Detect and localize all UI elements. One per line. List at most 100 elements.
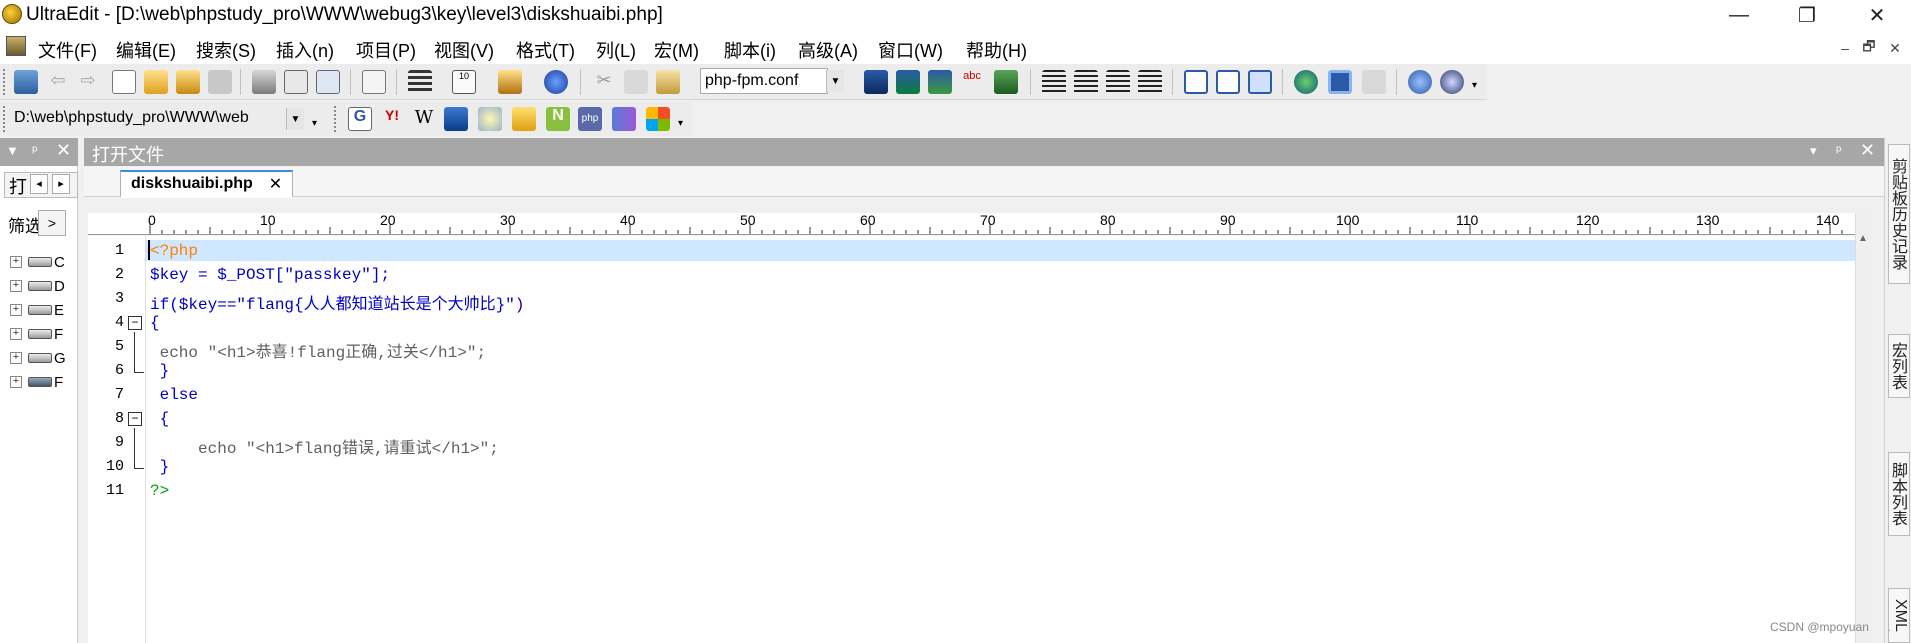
justify-icon[interactable]	[1138, 70, 1162, 94]
open-project-icon[interactable]	[176, 70, 200, 94]
close-icon[interactable]: ✕	[269, 174, 282, 194]
save-icon[interactable]	[208, 70, 232, 94]
yahoo-icon[interactable]: Y!	[380, 107, 404, 131]
open-folder-icon[interactable]	[144, 70, 168, 94]
ftp-icon[interactable]	[1328, 70, 1352, 94]
tab-xml-manager[interactable]: XML 管理器	[1888, 588, 1910, 643]
close-icon[interactable]: ✕	[1860, 140, 1875, 161]
menu-help[interactable]: 帮助(H)	[966, 37, 1027, 63]
back-icon[interactable]: ⇦	[46, 70, 70, 94]
msdn-icon[interactable]	[444, 107, 468, 131]
chevron-down-icon[interactable]: ▼	[286, 108, 304, 130]
menu-format[interactable]: 格式(T)	[516, 37, 575, 63]
forward-icon[interactable]: ⇨	[76, 70, 100, 94]
menu-edit[interactable]: 编辑(E)	[116, 37, 176, 63]
google-icon[interactable]: G	[348, 107, 372, 131]
split-horizontal-icon[interactable]	[1184, 70, 1208, 94]
document-properties-icon[interactable]	[362, 70, 386, 94]
new-file-icon[interactable]	[112, 70, 136, 94]
find-icon[interactable]	[864, 70, 888, 94]
menu-file[interactable]: 文件(F)	[38, 37, 97, 63]
word-wrap-icon[interactable]	[408, 70, 432, 94]
expand-icon[interactable]: +	[10, 304, 22, 316]
tree-item-drive[interactable]: + C	[10, 252, 65, 272]
document-tab[interactable]: diskshuaibi.php ✕	[120, 170, 294, 198]
align-center-icon[interactable]	[1074, 70, 1098, 94]
scroll-up-icon[interactable]: ▲	[1858, 233, 1868, 244]
copy-icon[interactable]	[624, 70, 648, 94]
n-icon[interactable]: N	[546, 107, 570, 131]
tab-scroll-left-icon[interactable]: ◂	[30, 174, 48, 194]
expand-icon[interactable]: +	[10, 328, 22, 340]
cut-icon[interactable]: ✂	[592, 70, 616, 94]
mdi-restore-button[interactable]: 🗗	[1858, 38, 1880, 58]
toolbar-grip[interactable]	[3, 69, 7, 95]
menu-view[interactable]: 视图(V)	[434, 37, 494, 63]
clipboard-dropdown[interactable]: php-fpm.conf	[700, 68, 828, 94]
goto-line-icon[interactable]	[994, 70, 1018, 94]
paste-icon[interactable]	[656, 70, 680, 94]
replace-icon[interactable]: abc	[960, 70, 984, 94]
pin-icon[interactable]: ᵖ	[32, 142, 37, 158]
vertical-scrollbar[interactable]: ▲	[1855, 213, 1872, 643]
tab-script-list[interactable]: 脚本列表	[1888, 452, 1910, 536]
chevron-down-icon[interactable]: ▾	[1810, 143, 1817, 159]
expand-icon[interactable]: +	[10, 280, 22, 292]
expand-icon[interactable]: +	[10, 352, 22, 364]
menu-script[interactable]: 脚本(i)	[724, 37, 776, 63]
lightbulb-icon[interactable]	[478, 107, 502, 131]
toolbar-overflow-icon[interactable]: ▾	[678, 118, 688, 130]
restore-button[interactable]: ❐	[1778, 0, 1836, 30]
find-prev-icon[interactable]	[928, 70, 952, 94]
expand-icon[interactable]: +	[10, 376, 22, 388]
tree-item-drive[interactable]: + E	[10, 300, 64, 320]
menu-macro[interactable]: 宏(M)	[654, 37, 699, 63]
tab-scroll-right-icon[interactable]: ▸	[52, 174, 70, 194]
toolbar-grip[interactable]	[334, 106, 338, 132]
workspace-icon[interactable]	[14, 70, 38, 94]
menu-insert[interactable]: 插入(n)	[276, 37, 334, 63]
path-dropdown[interactable]: D:\web\phpstudy_pro\WWW\web	[10, 106, 286, 132]
tree-item-drive[interactable]: + G	[10, 348, 66, 368]
fold-collapse-icon[interactable]: −	[128, 316, 142, 330]
split-vertical-icon[interactable]	[1216, 70, 1240, 94]
windows-icon[interactable]	[646, 107, 670, 131]
tree-item-drive[interactable]: + F	[10, 324, 63, 344]
toolbar-overflow-icon[interactable]: ▾	[312, 118, 322, 130]
minimize-button[interactable]: —	[1710, 0, 1768, 30]
chevron-down-icon[interactable]: ▼	[6, 143, 19, 158]
php-icon[interactable]: php	[578, 107, 602, 131]
tab-macro-list[interactable]: 宏列表	[1888, 334, 1910, 398]
hex-mode-icon[interactable]: 10	[452, 70, 476, 94]
mdi-minimize-button[interactable]: –	[1834, 38, 1856, 58]
expand-icon[interactable]: +	[10, 256, 22, 268]
menu-advanced[interactable]: 高级(A)	[798, 37, 858, 63]
sun-icon[interactable]	[512, 107, 536, 131]
align-right-icon[interactable]	[1106, 70, 1130, 94]
filter-button[interactable]: >	[38, 210, 66, 236]
close-icon[interactable]: ✕	[56, 140, 71, 161]
close-button[interactable]: ✕	[1848, 0, 1906, 30]
menu-project[interactable]: 项目(P)	[356, 37, 416, 63]
tree-item-drive[interactable]: + D	[10, 276, 65, 296]
chevron-down-icon[interactable]: ▼	[826, 70, 844, 92]
document-icon[interactable]	[6, 36, 26, 56]
mdi-close-button[interactable]: ✕	[1884, 38, 1906, 58]
wikipedia-icon[interactable]: W	[412, 107, 436, 131]
fold-collapse-icon[interactable]: −	[128, 412, 142, 426]
menu-search[interactable]: 搜索(S)	[196, 37, 256, 63]
tab-clipboard-history[interactable]: 剪贴板历史记录	[1888, 144, 1910, 284]
align-left-icon[interactable]	[1042, 70, 1066, 94]
toolbar-overflow-icon[interactable]: ▾	[1472, 80, 1482, 92]
menu-column[interactable]: 列(L)	[596, 37, 636, 63]
print-preview-icon[interactable]	[284, 70, 308, 94]
perl-icon[interactable]	[612, 107, 636, 131]
find-next-icon[interactable]	[896, 70, 920, 94]
info-icon[interactable]	[1408, 70, 1432, 94]
cascade-windows-icon[interactable]	[1248, 70, 1272, 94]
globe-icon[interactable]	[1294, 70, 1318, 94]
print-icon[interactable]	[252, 70, 276, 94]
compare-icon[interactable]	[1362, 70, 1386, 94]
menu-window[interactable]: 窗口(W)	[878, 37, 943, 63]
tree-item-network[interactable]: + F	[10, 372, 63, 392]
